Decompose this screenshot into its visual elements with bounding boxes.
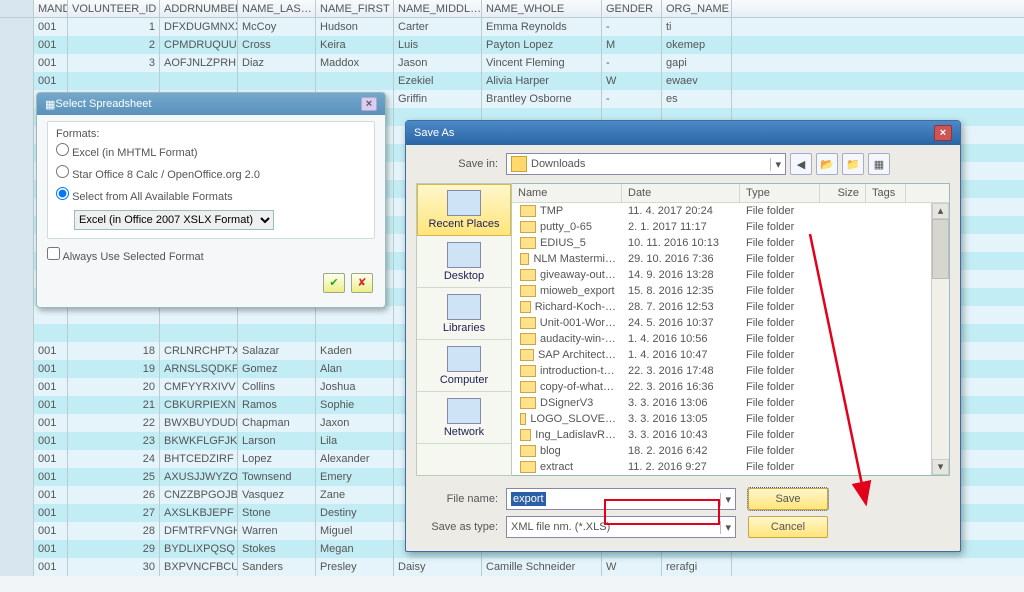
table-row[interactable]: 001EzekielAlivia HarperWewaev: [0, 72, 1024, 90]
file-row[interactable]: audacity-win-…1. 4. 2016 10:56File folde…: [512, 331, 949, 347]
file-list[interactable]: Name Date Type Size Tags TMP11. 4. 2017 …: [512, 183, 950, 476]
file-list-header[interactable]: Name Date Type Size Tags: [512, 184, 949, 203]
savein-combo[interactable]: Downloads ▾: [506, 153, 786, 175]
table-row[interactable]: 0012CPMDRUQUUVCrossKeiraLuisPayton Lopez…: [0, 36, 1024, 54]
cancel-button[interactable]: Cancel: [748, 516, 828, 538]
place-libraries[interactable]: Libraries: [417, 288, 511, 340]
place-recent-places[interactable]: Recent Places: [417, 184, 511, 236]
file-row[interactable]: Ing_LadislavR…3. 3. 2016 10:43File folde…: [512, 427, 949, 443]
close-icon[interactable]: ×: [934, 125, 952, 141]
file-row[interactable]: putty_0-652. 1. 2017 11:17File folder: [512, 219, 949, 235]
file-row[interactable]: EDIUS_510. 11. 2016 10:13File folder: [512, 235, 949, 251]
opt-all-formats[interactable]: Select from All Available Formats: [56, 184, 366, 206]
file-row[interactable]: Richard-Koch-…28. 7. 2016 12:53File fold…: [512, 299, 949, 315]
doc-icon: ▦: [45, 98, 55, 111]
ss-title: Select Spreadsheet: [55, 98, 151, 110]
savetype-label: Save as type:: [416, 521, 506, 533]
ok-button[interactable]: ✔: [323, 273, 345, 293]
file-row[interactable]: mioweb_export15. 8. 2016 12:35File folde…: [512, 283, 949, 299]
save-as-dialog: Save As × Save in: Downloads ▾ ◀ 📂 📁 ▦ R…: [405, 120, 961, 552]
savetype-combo[interactable]: XML file nm. (*.XLS) ▾: [506, 516, 736, 538]
cancel-button[interactable]: ✘: [351, 273, 373, 293]
format-select[interactable]: Excel (in Office 2007 XSLX Format): [74, 210, 274, 230]
col-size[interactable]: Size: [820, 184, 866, 202]
file-row[interactable]: DSignerV33. 3. 2016 13:06File folder: [512, 395, 949, 411]
places-bar: Recent PlacesDesktopLibrariesComputerNet…: [416, 183, 512, 476]
opt-mhtml[interactable]: Excel (in MHTML Format): [56, 140, 366, 162]
grid-hdr-gender[interactable]: GENDER: [602, 0, 662, 17]
file-row[interactable]: giveaway-out…14. 9. 2016 13:28File folde…: [512, 267, 949, 283]
col-name[interactable]: Name: [512, 184, 622, 202]
filename-label: File name:: [416, 493, 506, 505]
col-type[interactable]: Type: [740, 184, 820, 202]
place-network[interactable]: Network: [417, 392, 511, 444]
file-row[interactable]: SAP Architect…1. 4. 2016 10:47File folde…: [512, 347, 949, 363]
file-row[interactable]: introduction-t…22. 3. 2016 17:48File fol…: [512, 363, 949, 379]
back-button[interactable]: ◀: [790, 153, 812, 175]
table-row[interactable]: 0011DFXDUGMNXXMcCoyHudsonCarterEmma Reyn…: [0, 18, 1024, 36]
file-row[interactable]: NLM Mastermi…29. 10. 2016 7:36File folde…: [512, 251, 949, 267]
always-use-checkbox[interactable]: Always Use Selected Format: [47, 251, 204, 263]
grid-hdr-middle[interactable]: NAME_MIDDL…: [394, 0, 482, 17]
scroll-thumb[interactable]: [932, 219, 949, 279]
grid-hdr-first[interactable]: NAME_FIRST: [316, 0, 394, 17]
grid-hdr-volid[interactable]: VOLUNTEER_ID: [68, 0, 160, 17]
grid-hdr-last[interactable]: NAME_LAS…: [238, 0, 316, 17]
savein-value: Downloads: [531, 158, 585, 170]
formats-label: Formats:: [56, 128, 99, 140]
close-icon[interactable]: ×: [361, 97, 377, 111]
chevron-down-icon: ▾: [770, 158, 781, 171]
scrollbar[interactable]: ▴ ▾: [931, 203, 949, 475]
scroll-up-icon[interactable]: ▴: [932, 203, 949, 219]
table-row[interactable]: 00130BXPVNCFBCUSandersPresleyDaisyCamill…: [0, 558, 1024, 576]
file-row[interactable]: blog18. 2. 2016 6:42File folder: [512, 443, 949, 459]
file-row[interactable]: extract11. 2. 2016 9:27File folder: [512, 459, 949, 475]
filename-input[interactable]: export ▾: [506, 488, 736, 510]
views-button[interactable]: ▦: [868, 153, 890, 175]
grid-hdr-org[interactable]: ORG_NAME: [662, 0, 732, 17]
file-row[interactable]: Unit-001-Wor…24. 5. 2016 10:37File folde…: [512, 315, 949, 331]
folder-icon: [511, 156, 527, 172]
col-date[interactable]: Date: [622, 184, 740, 202]
grid-header[interactable]: MAND… VOLUNTEER_ID ADDRNUMBER NAME_LAS… …: [0, 0, 1024, 18]
save-title: Save As: [414, 127, 454, 139]
save-button[interactable]: Save: [748, 488, 828, 510]
grid-hdr-addr[interactable]: ADDRNUMBER: [160, 0, 238, 17]
place-desktop[interactable]: Desktop: [417, 236, 511, 288]
grid-hdr-whole[interactable]: NAME_WHOLE: [482, 0, 602, 17]
file-row[interactable]: copy-of-what…22. 3. 2016 16:36File folde…: [512, 379, 949, 395]
col-tags[interactable]: Tags: [866, 184, 906, 202]
savein-label: Save in:: [416, 158, 506, 170]
file-row[interactable]: LOGO_SLOVE…3. 3. 2016 13:05File folder: [512, 411, 949, 427]
grid-hdr-sel[interactable]: [0, 0, 34, 17]
place-computer[interactable]: Computer: [417, 340, 511, 392]
chevron-down-icon[interactable]: ▾: [720, 493, 731, 506]
chevron-down-icon[interactable]: ▾: [720, 521, 731, 534]
select-spreadsheet-dialog: ▦ Select Spreadsheet × Formats: Excel (i…: [36, 92, 386, 308]
grid-hdr-mand[interactable]: MAND…: [34, 0, 68, 17]
scroll-down-icon[interactable]: ▾: [932, 459, 949, 475]
table-row[interactable]: 0013AOFJNLZPRHDiazMaddoxJasonVincent Fle…: [0, 54, 1024, 72]
up-button[interactable]: 📂: [816, 153, 838, 175]
newfolder-button[interactable]: 📁: [842, 153, 864, 175]
file-row[interactable]: TMP11. 4. 2017 20:24File folder: [512, 203, 949, 219]
opt-staroffice[interactable]: Star Office 8 Calc / OpenOffice.org 2.0: [56, 162, 366, 184]
